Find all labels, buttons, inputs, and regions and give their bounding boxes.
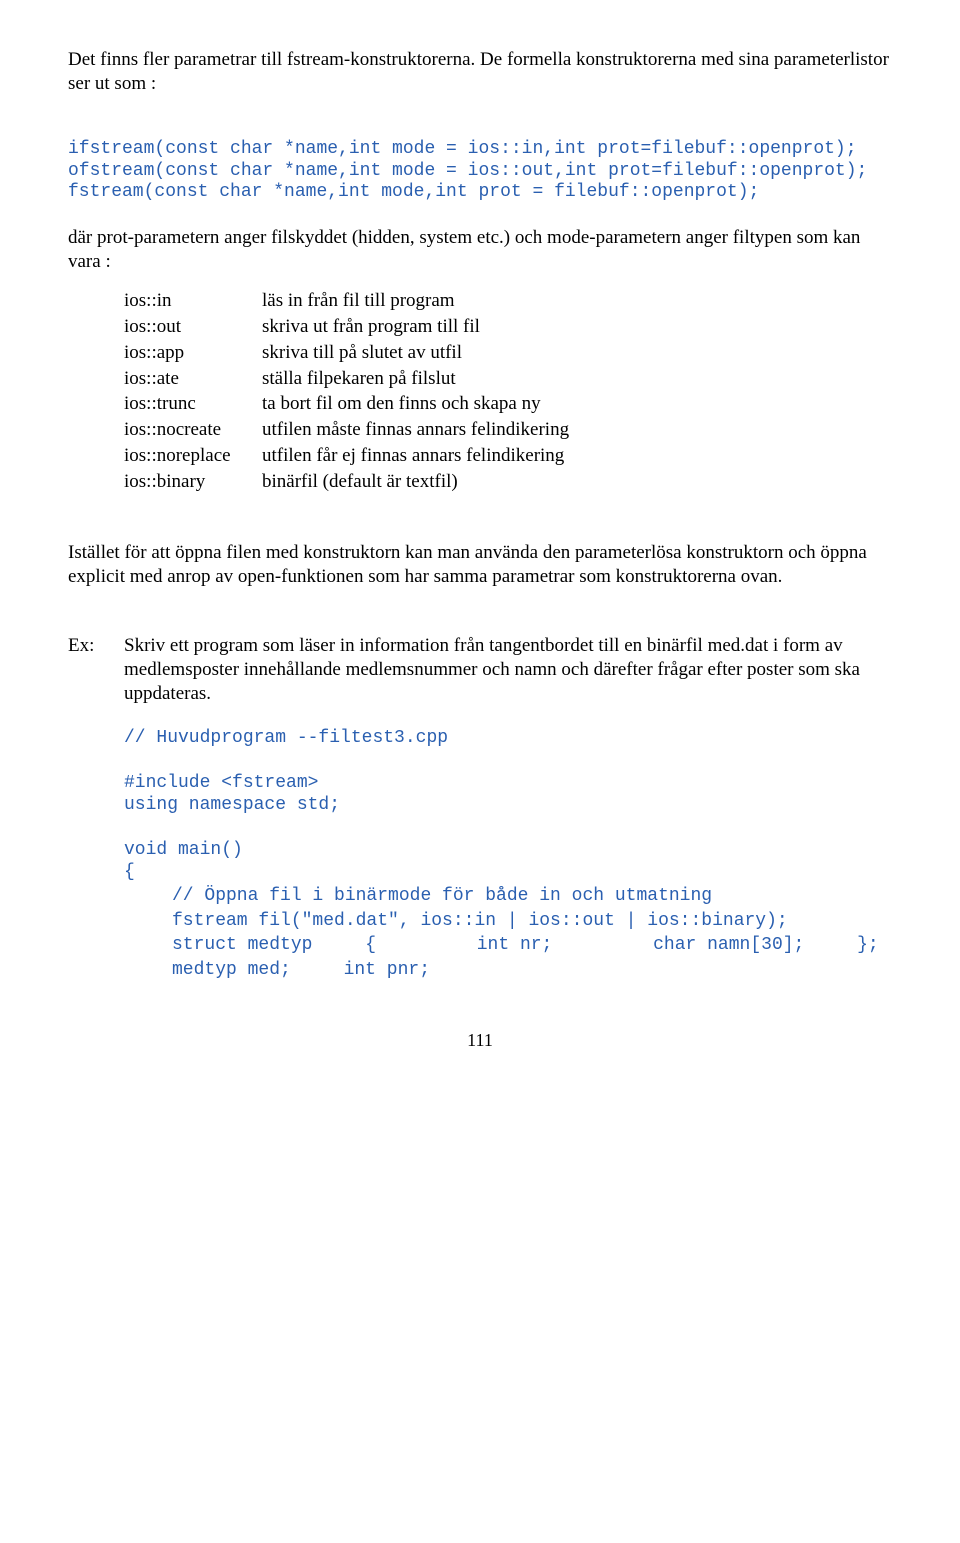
code-line: ifstream(const char *name,int mode = ios… xyxy=(68,139,857,159)
code-line: int pnr; xyxy=(296,960,430,982)
example-label: Ex: xyxy=(68,634,124,658)
mode-desc: utfilen får ej finnas annars felindikeri… xyxy=(262,444,577,470)
code-line: ofstream(const char *name,int mode = ios… xyxy=(68,161,867,181)
mode-key: ios::trunc xyxy=(124,392,262,418)
code-line: { xyxy=(317,935,376,957)
table-row: ios::app skriva till på slutet av utfil xyxy=(124,341,577,367)
mode-key: ios::app xyxy=(124,341,262,367)
code-line: char namn[30]; xyxy=(557,935,804,957)
code-line: struct medtyp xyxy=(124,935,312,957)
code-line: void main() xyxy=(124,840,892,862)
table-row: ios::ate ställa filpekaren på filslut xyxy=(124,367,577,393)
table-row: ios::in läs in från fil till program xyxy=(124,289,577,315)
code-line: #include <fstream> xyxy=(124,773,892,795)
table-row: ios::out skriva ut från program till fil xyxy=(124,315,577,341)
mode-desc: ställa filpekaren på filslut xyxy=(262,367,577,393)
mode-desc: skriva till på slutet av utfil xyxy=(262,341,577,367)
mode-key: ios::noreplace xyxy=(124,444,262,470)
mode-desc: ta bort fil om den finns och skapa ny xyxy=(262,392,577,418)
code-line: fstream fil("med.dat", ios::in | ios::ou… xyxy=(124,911,788,933)
code-line: fstream(const char *name,int mode,int pr… xyxy=(68,182,759,202)
paragraph-intro: Det finns fler parametrar till fstream-k… xyxy=(68,48,892,96)
mode-key: ios::binary xyxy=(124,470,262,496)
mode-key: ios::nocreate xyxy=(124,418,262,444)
paragraph-open: Istället för att öppna filen med konstru… xyxy=(68,541,892,589)
code-constructors: ifstream(const char *name,int mode = ios… xyxy=(68,118,892,204)
code-line: medtyp med; xyxy=(124,960,291,982)
example-block: Ex: Skriv ett program som läser in infor… xyxy=(68,634,892,705)
mode-key: ios::ate xyxy=(124,367,262,393)
paragraph-modes-intro: där prot-parametern anger filskyddet (hi… xyxy=(68,226,892,274)
mode-desc: utfilen måste finnas annars felindikerin… xyxy=(262,418,577,444)
mode-desc: binärfil (default är textfil) xyxy=(262,470,577,496)
page-number: 111 xyxy=(68,1029,892,1052)
table-row: ios::noreplace utfilen får ej finnas ann… xyxy=(124,444,577,470)
modes-table: ios::in läs in från fil till program ios… xyxy=(124,289,577,495)
mode-key: ios::out xyxy=(124,315,262,341)
mode-desc: läs in från fil till program xyxy=(262,289,577,315)
mode-desc: skriva ut från program till fil xyxy=(262,315,577,341)
code-line: // Huvudprogram --filtest3.cpp xyxy=(124,728,892,750)
example-text: Skriv ett program som läser in informati… xyxy=(124,634,892,705)
table-row: ios::trunc ta bort fil om den finns och … xyxy=(124,392,577,418)
code-line: int nr; xyxy=(381,935,553,957)
code-line: // Öppna fil i binärmode för både in och… xyxy=(124,886,712,908)
code-line: }; xyxy=(809,935,879,957)
code-line: using namespace std; xyxy=(124,795,892,817)
code-example: // Huvudprogram --filtest3.cpp #include … xyxy=(124,728,892,982)
table-row: ios::binary binärfil (default är textfil… xyxy=(124,470,577,496)
code-line: { xyxy=(124,862,892,884)
mode-key: ios::in xyxy=(124,289,262,315)
table-row: ios::nocreate utfilen måste finnas annar… xyxy=(124,418,577,444)
